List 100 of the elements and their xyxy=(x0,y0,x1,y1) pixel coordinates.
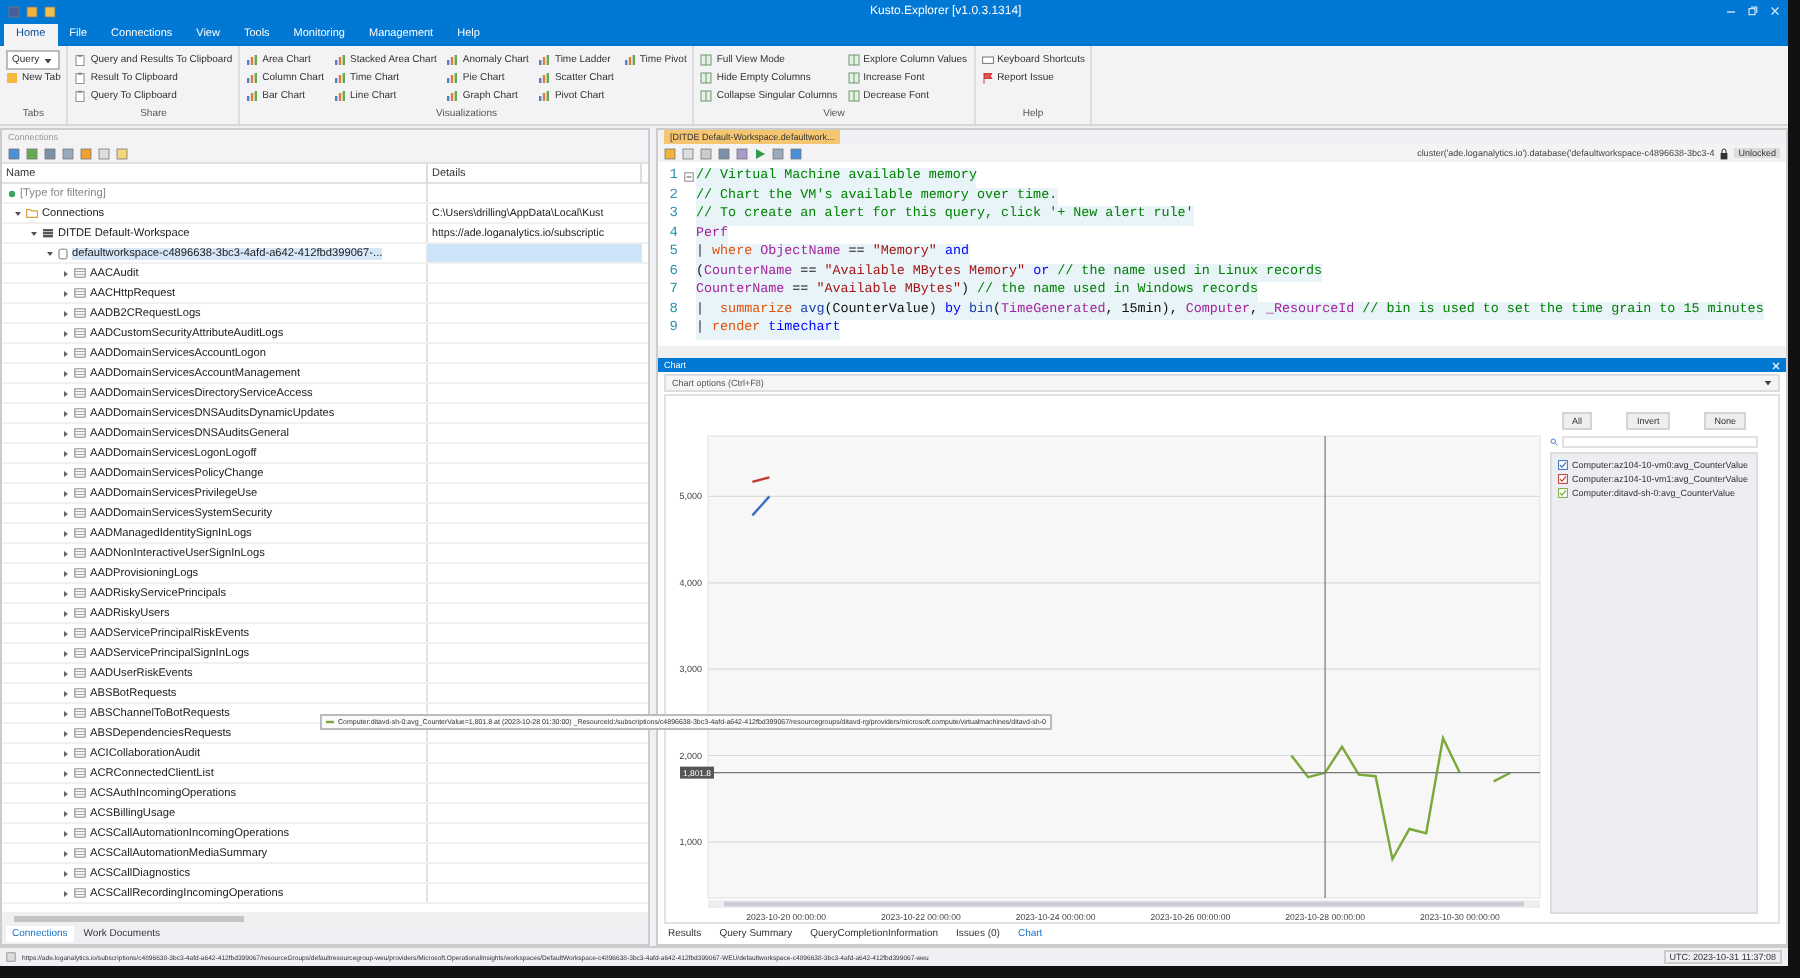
expanded-arrow-icon[interactable] xyxy=(14,209,22,217)
table-icon xyxy=(74,828,86,838)
lock-icon xyxy=(1720,147,1729,159)
collapsed-arrow-icon[interactable] xyxy=(62,389,70,397)
chart-scrollbar[interactable] xyxy=(708,900,1540,908)
table-icon xyxy=(74,408,86,418)
collapsed-arrow-icon[interactable] xyxy=(62,669,70,677)
table-icon xyxy=(74,308,86,318)
collapsed-arrow-icon[interactable] xyxy=(62,549,70,557)
chart-icon xyxy=(538,53,551,65)
table-icon xyxy=(74,388,86,398)
collapsed-arrow-icon[interactable] xyxy=(62,529,70,537)
collapsed-arrow-icon[interactable] xyxy=(62,589,70,597)
chart-icon xyxy=(246,89,259,101)
columns-icon xyxy=(700,89,713,101)
horizontal-scrollbar[interactable] xyxy=(658,346,1786,358)
collapsed-arrow-icon[interactable] xyxy=(62,349,70,357)
collapsed-arrow-icon[interactable] xyxy=(62,689,70,697)
columns-icon xyxy=(700,71,713,83)
collapsed-arrow-icon[interactable] xyxy=(62,369,70,377)
table-icon xyxy=(74,808,86,818)
collapsed-arrow-icon[interactable] xyxy=(62,309,70,317)
legend-checkbox[interactable] xyxy=(1558,474,1568,484)
chart-icon xyxy=(446,89,459,101)
columns-icon xyxy=(847,89,860,101)
collapsed-arrow-icon[interactable] xyxy=(62,609,70,617)
table-icon xyxy=(74,888,86,898)
caret-icon xyxy=(1764,380,1772,386)
chart-icon xyxy=(538,71,551,83)
expanded-arrow-icon[interactable] xyxy=(46,249,54,257)
chart-icon xyxy=(246,71,259,83)
table-icon xyxy=(74,848,86,858)
columns-icon xyxy=(700,53,713,65)
table-icon xyxy=(74,328,86,338)
keyboard-icon xyxy=(981,53,994,65)
collapsed-arrow-icon[interactable] xyxy=(62,449,70,457)
database-icon xyxy=(58,247,68,259)
table-icon xyxy=(74,508,86,518)
chart-icon xyxy=(334,89,347,101)
chart-icon xyxy=(246,53,259,65)
table-icon xyxy=(74,768,86,778)
restore-icon[interactable] xyxy=(1748,6,1758,16)
collapsed-arrow-icon[interactable] xyxy=(62,329,70,337)
collapsed-arrow-icon[interactable] xyxy=(62,629,70,637)
columns-icon xyxy=(847,53,860,65)
table-icon xyxy=(74,868,86,878)
clipboard-icon xyxy=(74,71,87,83)
legend-search-field[interactable] xyxy=(1562,435,1758,447)
table-icon xyxy=(74,588,86,598)
clipboard-icon xyxy=(74,89,87,101)
clipboard-icon xyxy=(74,53,87,65)
table-icon xyxy=(74,448,86,458)
table-icon xyxy=(74,488,86,498)
legend-checkbox[interactable] xyxy=(1558,460,1568,470)
horizontal-scrollbar[interactable] xyxy=(2,912,648,924)
table-icon xyxy=(74,748,86,758)
collapsed-arrow-icon[interactable] xyxy=(62,409,70,417)
chart-icon xyxy=(623,53,636,65)
collapsed-arrow-icon[interactable] xyxy=(62,769,70,777)
chart-icon xyxy=(334,71,347,83)
flag-icon xyxy=(981,71,994,83)
table-icon xyxy=(74,708,86,718)
expanded-arrow-icon[interactable] xyxy=(30,229,38,237)
chart-icon xyxy=(334,53,347,65)
columns-icon xyxy=(847,71,860,83)
collapsed-arrow-icon[interactable] xyxy=(62,809,70,817)
server-icon xyxy=(42,228,54,238)
table-icon xyxy=(74,608,86,618)
collapsed-arrow-icon[interactable] xyxy=(62,269,70,277)
collapsed-arrow-icon[interactable] xyxy=(62,429,70,437)
caret-icon xyxy=(43,57,52,63)
collapsed-arrow-icon[interactable] xyxy=(62,469,70,477)
collapsed-arrow-icon[interactable] xyxy=(62,829,70,837)
table-icon xyxy=(74,368,86,378)
table-icon xyxy=(74,288,86,298)
table-icon xyxy=(74,548,86,558)
collapsed-arrow-icon[interactable] xyxy=(62,569,70,577)
table-icon xyxy=(74,348,86,358)
table-icon xyxy=(74,668,86,678)
collapsed-arrow-icon[interactable] xyxy=(62,289,70,297)
table-icon xyxy=(74,268,86,278)
collapsed-arrow-icon[interactable] xyxy=(62,729,70,737)
collapsed-arrow-icon[interactable] xyxy=(62,709,70,717)
chart-icon xyxy=(446,53,459,65)
table-icon xyxy=(74,468,86,478)
collapsed-arrow-icon[interactable] xyxy=(62,509,70,517)
legend-checkbox[interactable] xyxy=(1558,488,1568,498)
collapsed-arrow-icon[interactable] xyxy=(62,749,70,757)
table-icon xyxy=(74,528,86,538)
collapsed-arrow-icon[interactable] xyxy=(62,489,70,497)
collapsed-arrow-icon[interactable] xyxy=(62,649,70,657)
collapsed-arrow-icon[interactable] xyxy=(62,869,70,877)
table-icon xyxy=(74,688,86,698)
collapsed-arrow-icon[interactable] xyxy=(62,889,70,897)
chart-icon xyxy=(446,71,459,83)
collapsed-arrow-icon[interactable] xyxy=(62,849,70,857)
table-icon xyxy=(74,568,86,578)
close-icon[interactable] xyxy=(1770,6,1780,16)
filter-icon xyxy=(8,189,16,197)
collapsed-arrow-icon[interactable] xyxy=(62,789,70,797)
